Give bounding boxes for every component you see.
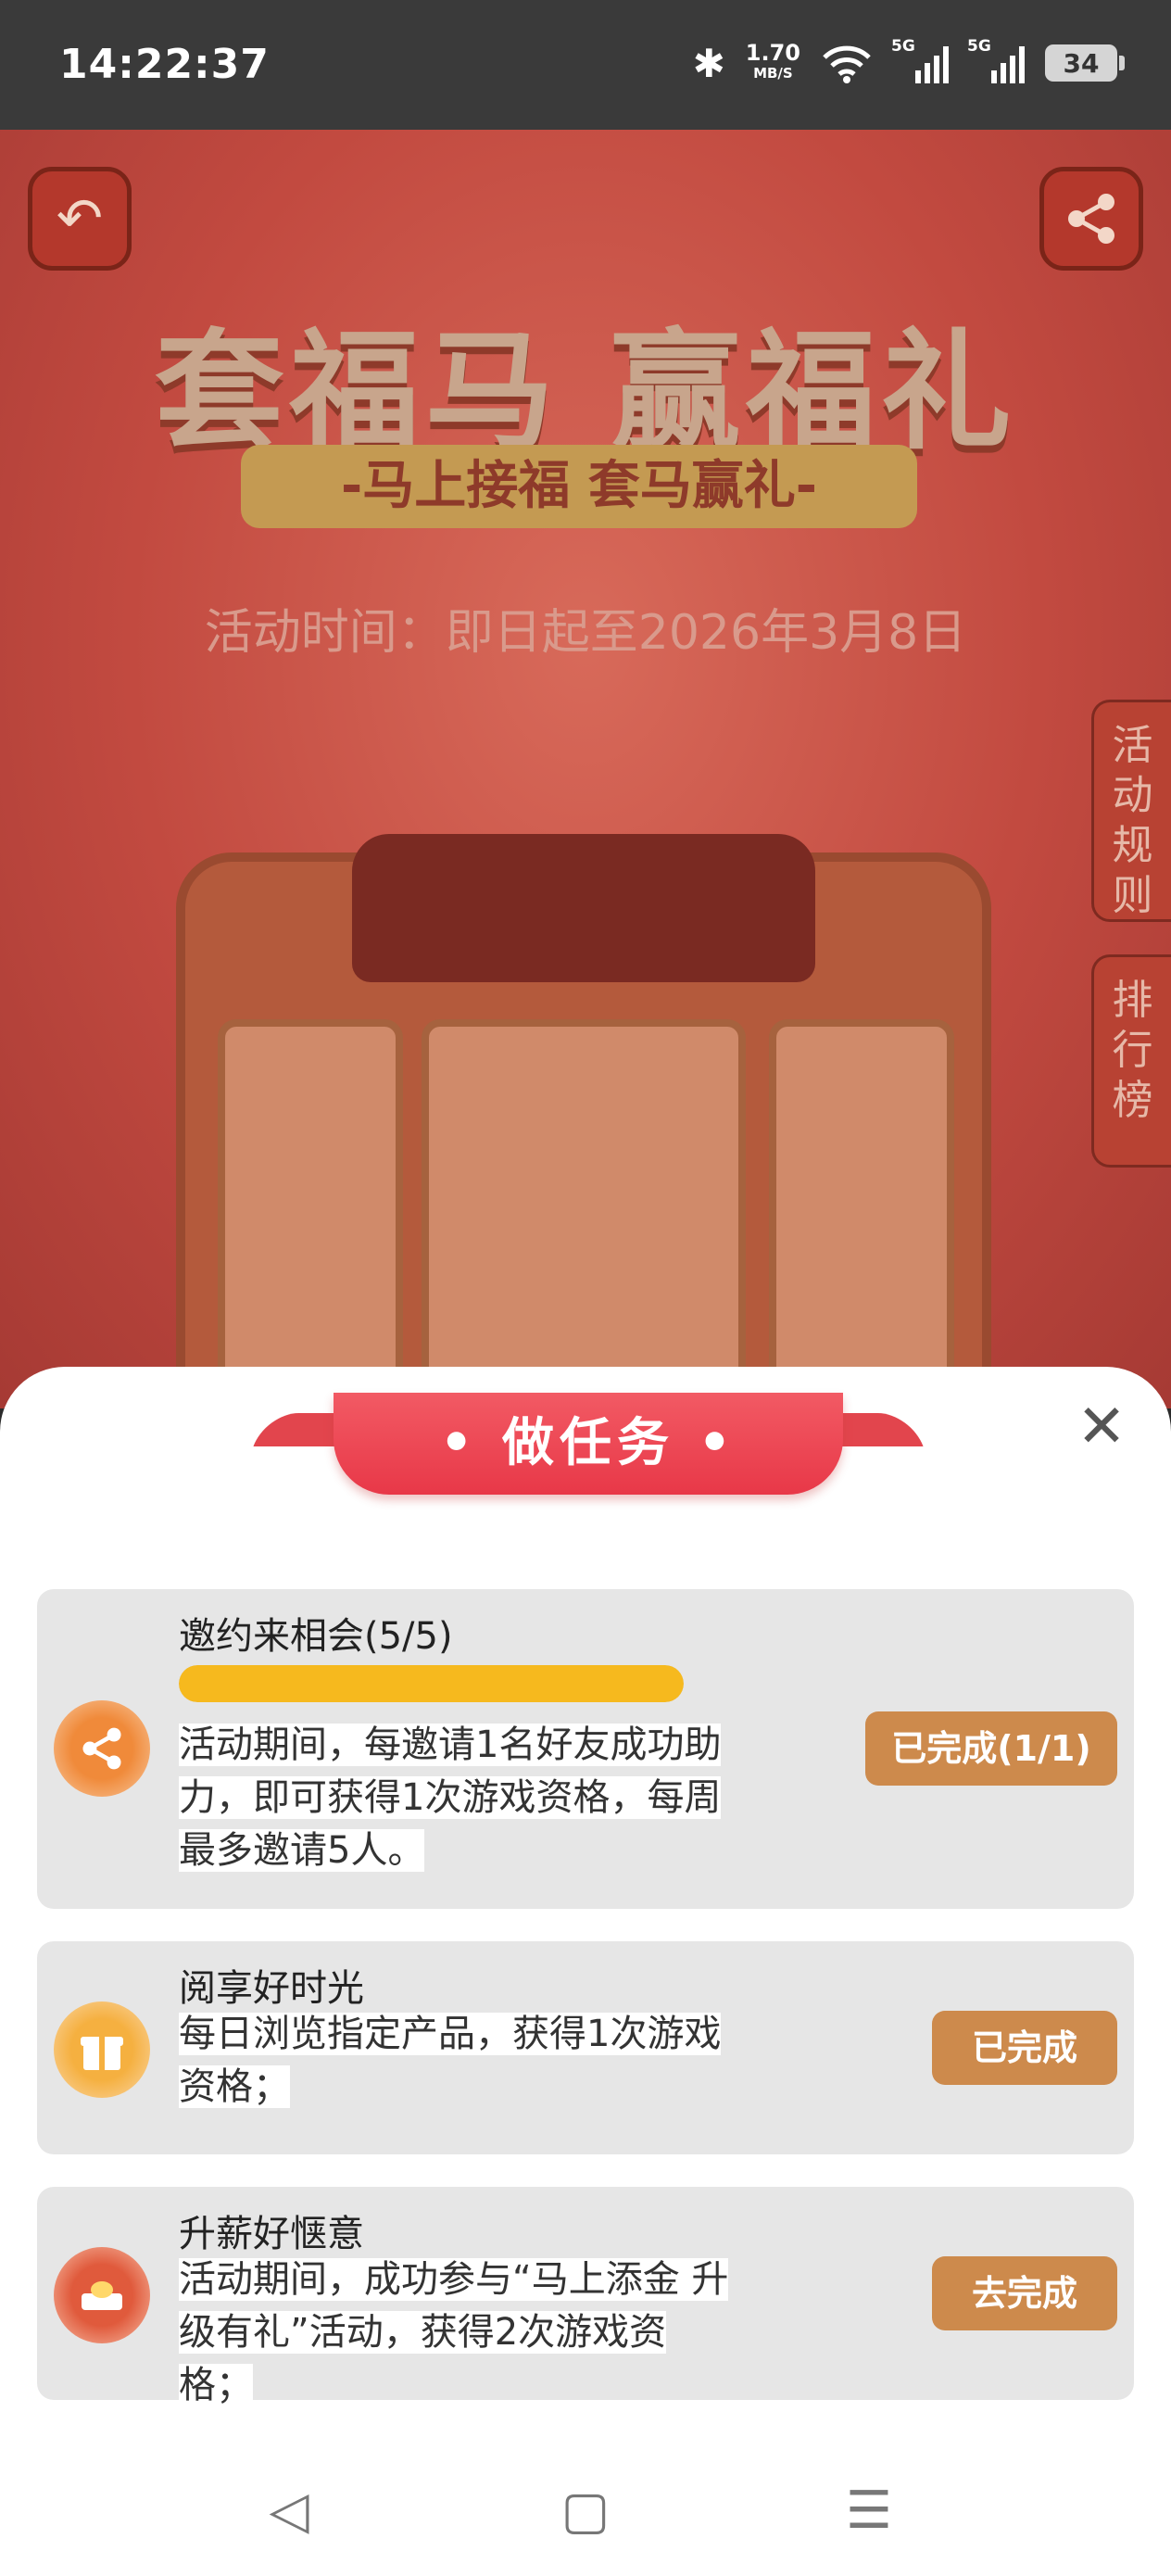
wifi-icon bbox=[823, 45, 871, 83]
task-description: 活动期间，每邀请1名好友成功助力，即可获得1次游戏资格，每周最多邀请5人。 bbox=[179, 1724, 722, 1872]
task-title: 阅享好时光 bbox=[179, 1967, 364, 2010]
activity-background: ↶ 套福马 赢福礼 -马上接福 套马赢礼- 活动时间：即日起至2026年3月8日… bbox=[0, 130, 1171, 1408]
task-completed-button[interactable]: 已完成(1/1) bbox=[865, 1711, 1117, 1786]
cabinet-lid-illustration bbox=[352, 834, 815, 982]
task-progress-fill bbox=[179, 1665, 684, 1702]
task-modal: • 做任务 • ✕ 邀约来相会(5/5) 活动期间，每邀请1名好友成功助力，即可… bbox=[0, 1367, 1171, 2576]
close-icon[interactable]: ✕ bbox=[1069, 1395, 1134, 1459]
task-card-invite: 邀约来相会(5/5) 活动期间，每邀请1名好友成功助力，即可获得1次游戏资格，每… bbox=[37, 1589, 1134, 1909]
nav-menu-icon[interactable]: ☰ bbox=[832, 2474, 906, 2548]
clock: 14:22:37 bbox=[59, 41, 270, 88]
task-description: 每日浏览指定产品，获得1次游戏资格； bbox=[179, 2013, 722, 2108]
share-icon[interactable] bbox=[1039, 167, 1143, 271]
status-bar: 14:22:37 ✱ 1.70 MB/S 5G 5G 34 bbox=[0, 0, 1171, 130]
ingot-glyph bbox=[82, 2281, 122, 2310]
system-nav-bar: ◁ ▢ ☰ bbox=[0, 2446, 1171, 2576]
cabinet-panel-left bbox=[218, 1019, 403, 1408]
task-card-browse: 阅享好时光 每日浏览指定产品，获得1次游戏资格； 已完成 bbox=[37, 1941, 1134, 2154]
hero-subtitle: -马上接福 套马赢礼- bbox=[241, 445, 917, 528]
bluetooth-icon: ✱ bbox=[692, 40, 725, 86]
task-title: 邀约来相会(5/5) bbox=[179, 1615, 453, 1658]
nav-back-icon[interactable]: ◁ bbox=[252, 2474, 326, 2548]
back-arrow-icon[interactable]: ↶ bbox=[28, 167, 132, 271]
rules-tab[interactable]: 活动规则 bbox=[1091, 700, 1171, 922]
leaderboard-tab[interactable]: 排行榜 bbox=[1091, 954, 1171, 1168]
network-speed: 1.70 MB/S bbox=[745, 40, 800, 82]
task-title: 升薪好惬意 bbox=[179, 2213, 364, 2255]
task-description: 活动期间，成功参与“马上添金 升级有礼”活动，获得2次游戏资格； bbox=[179, 2258, 729, 2406]
task-progress-bar bbox=[179, 1665, 684, 1702]
nav-home-icon[interactable]: ▢ bbox=[548, 2474, 623, 2548]
signal-icon-2: 5G bbox=[967, 37, 1025, 83]
signal-icon: 5G bbox=[891, 37, 949, 83]
modal-title: • 做任务 • bbox=[334, 1393, 843, 1495]
cabinet-panel-middle bbox=[422, 1019, 746, 1408]
status-icons: ✱ 1.70 MB/S 5G 5G 34 bbox=[692, 37, 1125, 89]
share-glyph bbox=[1068, 194, 1114, 244]
gift-glyph bbox=[81, 2037, 123, 2070]
gold-ingot-icon bbox=[54, 2247, 150, 2343]
share-glyph bbox=[82, 1727, 121, 1770]
share-icon bbox=[54, 1700, 150, 1797]
battery-icon: 34 bbox=[1045, 44, 1125, 82]
cabinet-panel-right bbox=[769, 1019, 954, 1408]
activity-time: 活动时间：即日起至2026年3月8日 bbox=[204, 605, 967, 661]
task-card-upgrade: 升薪好惬意 活动期间，成功参与“马上添金 升级有礼”活动，获得2次游戏资格； 去… bbox=[37, 2187, 1134, 2406]
task-go-button[interactable]: 去完成 bbox=[932, 2256, 1117, 2330]
modal-title-ribbon: • 做任务 • bbox=[253, 1393, 924, 1495]
task-completed-button[interactable]: 已完成 bbox=[932, 2011, 1117, 2085]
gift-box-icon bbox=[54, 2001, 150, 2098]
